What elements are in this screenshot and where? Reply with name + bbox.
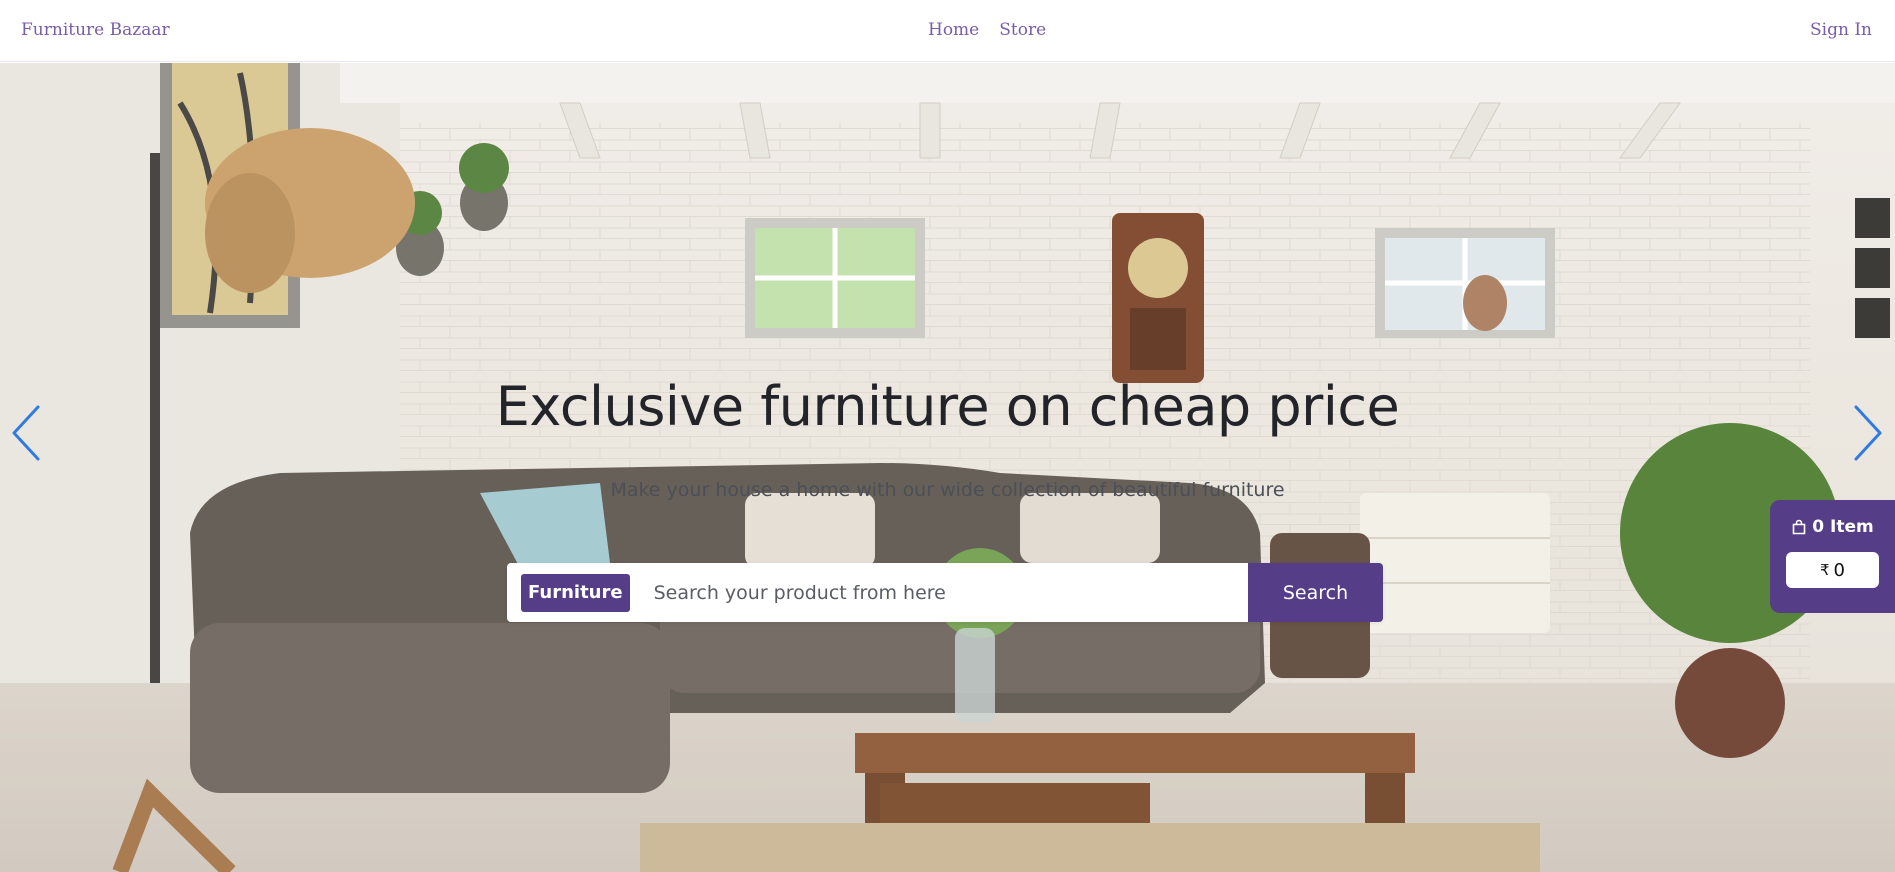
carousel-next-button[interactable] xyxy=(1850,403,1886,467)
top-navbar: Furniture Bazaar Home Store Sign In xyxy=(0,0,1895,62)
cart-total-value: 0 xyxy=(1833,559,1845,581)
product-search-bar: Furniture Search xyxy=(507,563,1383,622)
cart-item-count: 0 Item xyxy=(1812,517,1874,537)
cart-widget[interactable]: 0 Item ₹ 0 xyxy=(1770,500,1895,613)
chevron-left-icon xyxy=(12,405,40,461)
currency-symbol: ₹ xyxy=(1820,561,1830,579)
category-selector[interactable]: Furniture xyxy=(521,573,630,612)
living-room-photo xyxy=(0,63,1895,872)
search-button[interactable]: Search xyxy=(1248,563,1383,622)
search-input[interactable] xyxy=(641,563,1248,622)
chevron-right-icon xyxy=(1854,405,1882,461)
cart-total-box: ₹ 0 xyxy=(1786,552,1879,588)
main-nav: Home Store xyxy=(928,20,1046,40)
hero-title: Exclusive furniture on cheap price xyxy=(495,375,1400,438)
shopping-bag-icon xyxy=(1792,519,1806,535)
cart-items-summary: 0 Item xyxy=(1770,517,1895,537)
hero-banner: Exclusive furniture on cheap price Make … xyxy=(0,63,1895,872)
nav-link-home[interactable]: Home xyxy=(928,20,979,40)
brand-logo-link[interactable]: Furniture Bazaar xyxy=(21,20,170,40)
hero-subtitle: Make your house a home with our wide col… xyxy=(610,479,1285,501)
nav-link-store[interactable]: Store xyxy=(999,20,1046,40)
sign-in-link[interactable]: Sign In xyxy=(1810,20,1872,40)
carousel-prev-button[interactable] xyxy=(8,403,44,467)
